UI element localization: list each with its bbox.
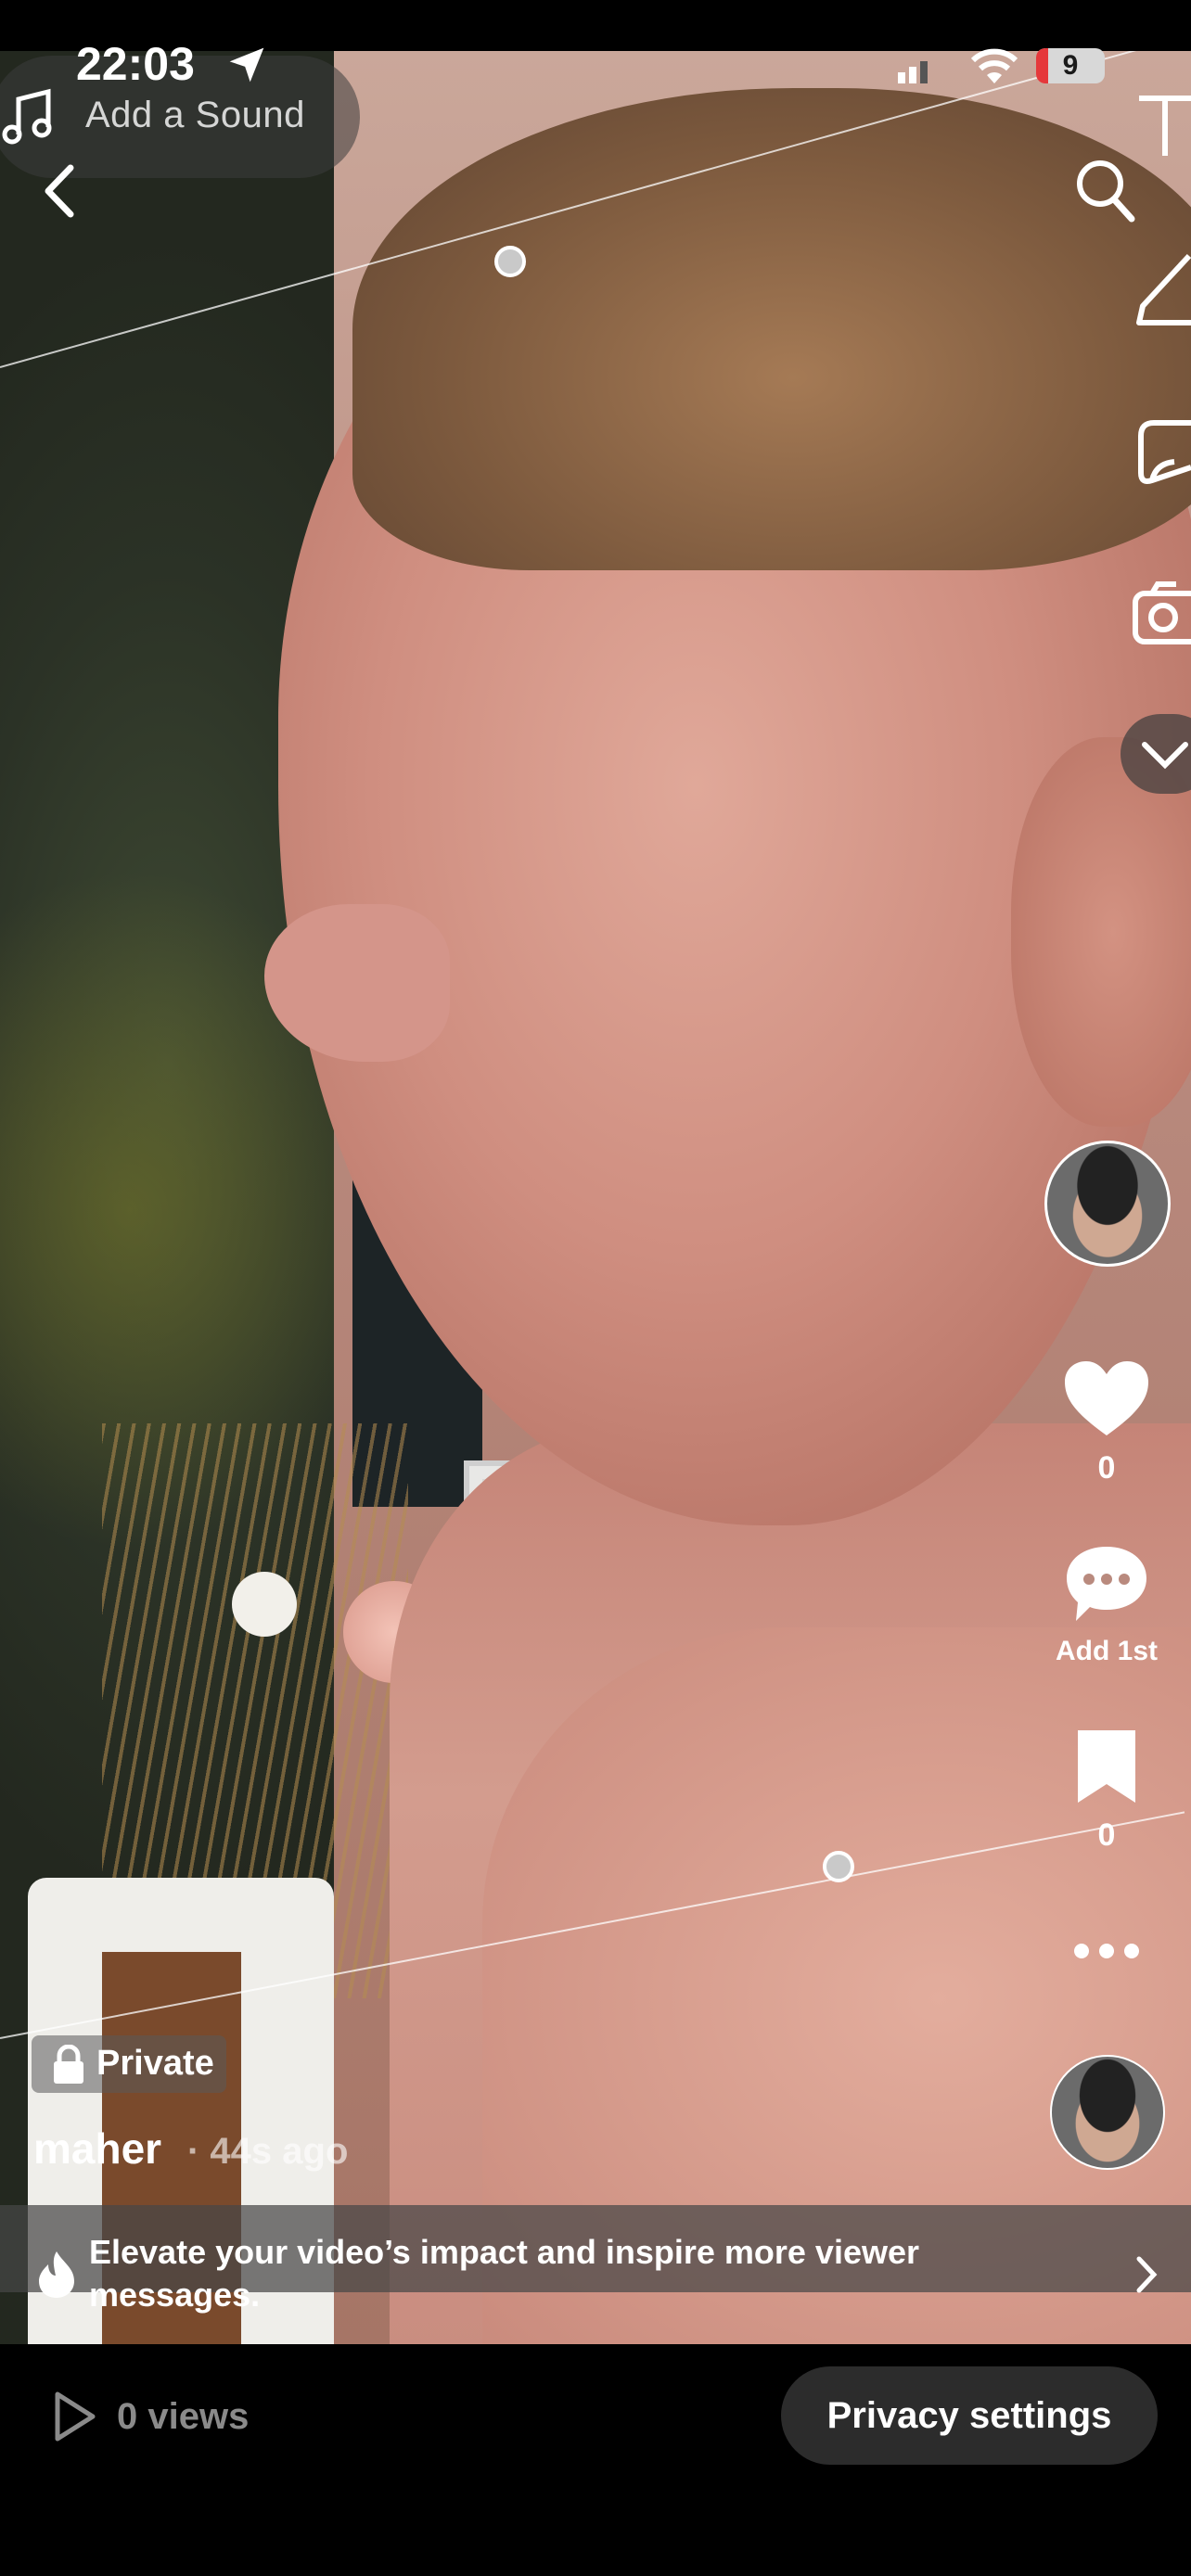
text-tool-icon[interactable]: [1139, 93, 1191, 158]
back-chevron-icon[interactable]: [37, 162, 83, 220]
privacy-settings-button[interactable]: Privacy settings: [781, 2366, 1158, 2465]
location-arrow-icon: [229, 47, 264, 83]
subject-hair: [352, 88, 1191, 570]
battery-level: 9: [1062, 50, 1079, 81]
sticker-icon[interactable]: [1133, 415, 1191, 488]
username[interactable]: maher: [33, 2123, 161, 2174]
video-post-screen: 22:03 9 Add a Sound 0 Add 1st 0 Private …: [0, 0, 1191, 2576]
comment-label: Add 1st: [1055, 1636, 1158, 1666]
signal-icon: [898, 61, 928, 83]
flame-icon: [39, 2251, 74, 2298]
white-flower: [232, 1572, 297, 1637]
music-note-icon: [2, 88, 52, 145]
play-outline-icon: [55, 2391, 96, 2442]
save-count: 0: [1097, 1817, 1116, 1853]
battery-icon: 9: [1036, 48, 1105, 83]
video-frame[interactable]: [0, 51, 1191, 2344]
wifi-icon: [970, 48, 1018, 83]
collapse-chevron-icon: [1142, 742, 1188, 770]
bookmark-icon[interactable]: [1074, 1730, 1139, 1803]
heart-icon[interactable]: [1065, 1361, 1148, 1437]
creator-avatar[interactable]: [1044, 1141, 1171, 1267]
privacy-badge-label: Private: [96, 2044, 214, 2083]
views-count: 0 views: [117, 2396, 250, 2437]
comment-icon[interactable]: [1065, 1545, 1148, 1623]
chevron-right-icon[interactable]: [1133, 2255, 1159, 2294]
add-sound-label: Add a Sound: [85, 95, 305, 135]
bottom-guide-handle[interactable]: [823, 1851, 854, 1882]
camera-icon[interactable]: [1132, 577, 1191, 647]
like-count: 0: [1097, 1450, 1116, 1486]
search-icon[interactable]: [1074, 158, 1135, 223]
top-guide-handle[interactable]: [494, 246, 526, 277]
subject-ear: [1011, 737, 1191, 1127]
status-time: 22:03: [76, 38, 195, 90]
post-time-ago: · 44s ago: [187, 2131, 349, 2172]
subject-nose: [264, 904, 450, 1062]
more-icon[interactable]: [1072, 1940, 1141, 1962]
sound-disc-avatar[interactable]: [1050, 2055, 1165, 2170]
lock-icon: [54, 2045, 83, 2084]
pencil-icon[interactable]: [1133, 250, 1191, 328]
promo-text: Elevate your video’s impact and inspire …: [89, 2233, 920, 2314]
